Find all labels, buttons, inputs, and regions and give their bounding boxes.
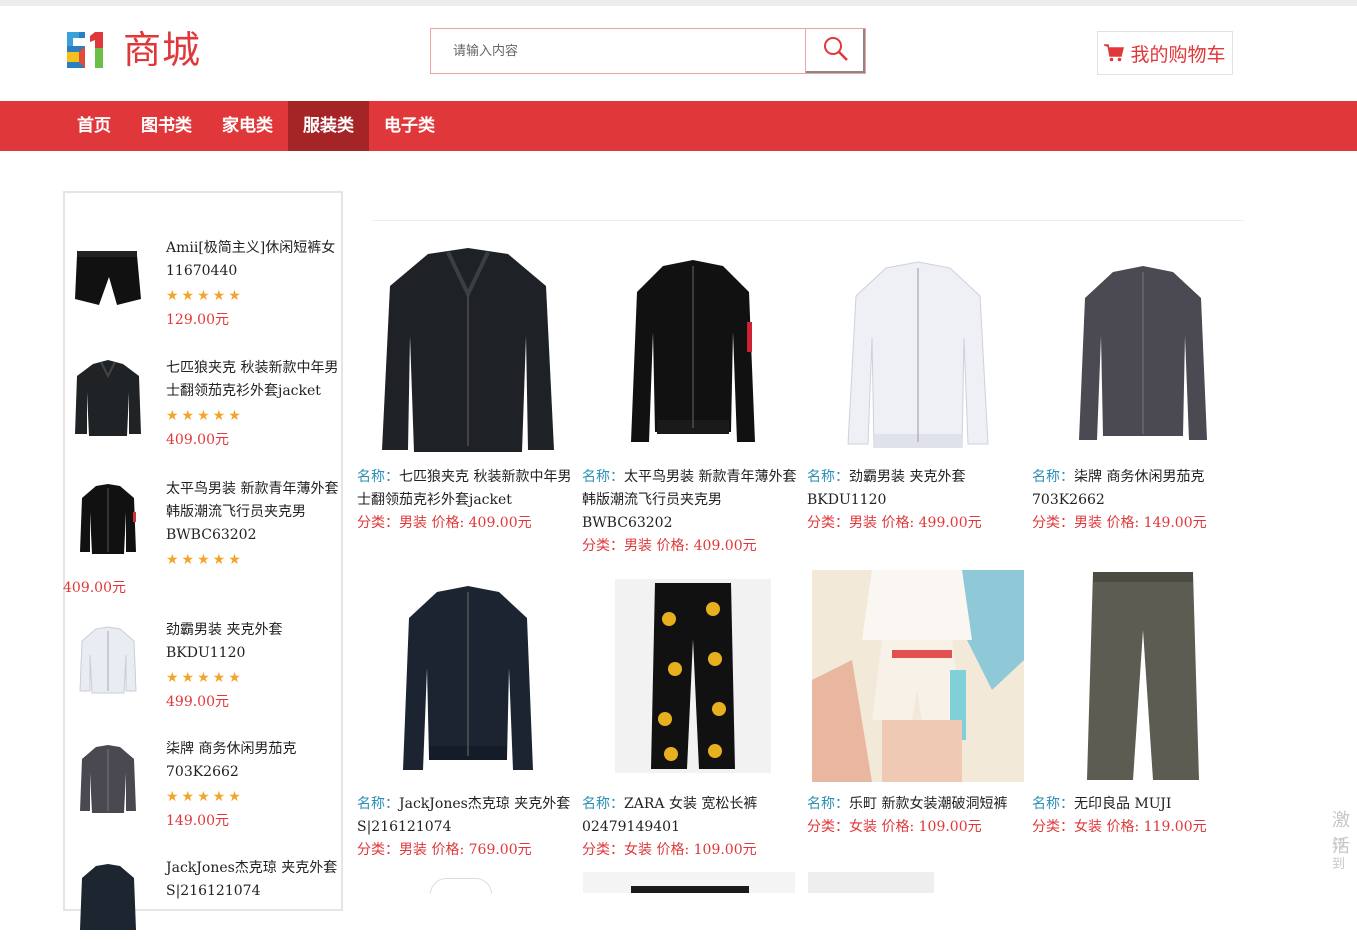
jacket-image[interactable] [69, 357, 147, 439]
product-image[interactable] [357, 569, 579, 783]
product-meta: 分类：女装 价格: 109.00元 [807, 819, 982, 835]
product-image[interactable] [583, 872, 795, 893]
product-image[interactable] [1032, 569, 1254, 783]
rating-stars: ★★★★★ [166, 789, 244, 805]
product-image[interactable] [357, 244, 579, 456]
main-nav: 首页 图书类 家电类 服装类 电子类 [0, 101, 1357, 151]
product-image[interactable] [808, 872, 934, 893]
product-card[interactable]: 名称：无印良品 MUJI 分类：女装 价格: 119.00元 [1032, 569, 1254, 839]
product-meta: 分类：男装 价格: 409.00元 [582, 538, 757, 554]
white-jacket-image[interactable] [69, 619, 147, 701]
product-name[interactable]: 名称：劲霸男装 夹克外套BKDU1120 [807, 466, 1029, 512]
shopping-cart-icon [1104, 44, 1125, 62]
search-icon [822, 35, 850, 67]
sidebar-item-price: 409.00元 [166, 432, 229, 448]
sidebar-item-title[interactable]: 七匹狼夹克 秋装新款中年男士翻领茄克衫外套jacket [166, 357, 342, 403]
product-card[interactable]: 名称：七匹狼夹克 秋装新款中年男士翻领茄克衫外套jacket 分类：男装 价格:… [357, 244, 579, 535]
nav-item-clothing[interactable]: 服装类 [288, 101, 369, 151]
product-meta: 分类：男装 价格: 769.00元 [357, 842, 532, 858]
sidebar-item-title[interactable]: 太平鸟男装 新款青年薄外套韩版潮流飞行员夹克男BWBC63202 [166, 478, 342, 547]
sidebar-item-title[interactable]: Amii[极简主义]休闲短裤女11670440 [166, 237, 342, 283]
activation-watermark-sub: 转到 [1332, 838, 1346, 872]
product-meta: 分类：女装 价格: 109.00元 [582, 842, 757, 858]
product-card[interactable]: 名称：柒牌 商务休闲男茄克703K2662 分类：男装 价格: 149.00元 [1032, 244, 1254, 535]
rating-stars: ★★★★★ [166, 552, 244, 568]
nav-item-electronics[interactable]: 电子类 [369, 101, 450, 151]
content-divider [372, 220, 1244, 221]
nav-item-home[interactable]: 首页 [62, 101, 126, 151]
product-name[interactable]: 名称：乐町 新款女装潮破洞短裤 [807, 793, 1029, 816]
product-card[interactable]: 名称：太平鸟男装 新款青年薄外套韩版潮流飞行员夹克男BWBC63202 分类：男… [582, 244, 804, 558]
nav-item-appliances[interactable]: 家电类 [207, 101, 288, 151]
search-input[interactable] [431, 29, 805, 73]
product-image[interactable] [807, 244, 1029, 456]
nav-item-books[interactable]: 图书类 [126, 101, 207, 151]
bomber-jacket-image[interactable] [69, 478, 147, 560]
cart-button[interactable]: 我的购物车 [1097, 31, 1233, 75]
sidebar-item-price: 499.00元 [166, 694, 229, 710]
product-name[interactable]: 名称：柒牌 商务休闲男茄克703K2662 [1032, 466, 1254, 512]
shorts-image[interactable] [69, 237, 147, 319]
sidebar-item-title[interactable]: 柒牌 商务休闲男茄克703K2662 [166, 738, 342, 784]
cart-label: 我的购物车 [1130, 43, 1226, 66]
product-image[interactable] [582, 569, 804, 783]
product-image[interactable] [430, 878, 492, 894]
plaid-jacket-image[interactable] [69, 738, 147, 820]
product-meta: 分类：男装 价格: 499.00元 [807, 515, 982, 531]
product-name[interactable]: 名称：无印良品 MUJI [1032, 793, 1254, 816]
rating-stars: ★★★★★ [166, 670, 244, 686]
product-card[interactable]: 名称：JackJones杰克琼 夹克外套S|216121074 分类：男装 价格… [357, 569, 579, 862]
site-logo[interactable]: 商城 [65, 28, 201, 72]
product-card[interactable]: 名称：乐町 新款女装潮破洞短裤 分类：女装 价格: 109.00元 [807, 569, 1029, 839]
product-name[interactable]: 名称：JackJones杰克琼 夹克外套S|216121074 [357, 793, 579, 839]
product-card[interactable]: 名称：ZARA 女装 宽松长裤02479149401 分类：女装 价格: 109… [582, 569, 804, 862]
product-meta: 分类：女装 价格: 119.00元 [1032, 819, 1207, 835]
product-image[interactable] [582, 244, 804, 456]
product-image[interactable] [807, 569, 1029, 783]
product-name[interactable]: 名称：七匹狼夹克 秋装新款中年男士翻领茄克衫外套jacket [357, 466, 579, 512]
logo-51-icon [65, 28, 113, 72]
logo-text: 商城 [123, 28, 202, 72]
search-box [430, 28, 866, 74]
product-name[interactable]: 名称：ZARA 女装 宽松长裤02479149401 [582, 793, 804, 839]
search-button[interactable] [805, 29, 865, 73]
product-card[interactable]: 名称：劲霸男装 夹克外套BKDU1120 分类：男装 价格: 499.00元 [807, 244, 1029, 535]
product-meta: 分类：男装 价格: 149.00元 [1032, 515, 1207, 531]
sidebar-item-title[interactable]: 劲霸男装 夹克外套BKDU1120 [166, 619, 342, 665]
product-name[interactable]: 名称：太平鸟男装 新款青年薄外套韩版潮流飞行员夹克男BWBC63202 [582, 466, 804, 535]
sidebar-item-price: 409.00元 [63, 580, 126, 596]
sidebar-item-price: 129.00元 [166, 312, 229, 328]
leather-jacket-image[interactable] [69, 857, 147, 939]
rating-stars: ★★★★★ [166, 288, 244, 304]
sidebar-item-title[interactable]: JackJones杰克琼 夹克外套S|216121074 [166, 857, 342, 903]
rating-stars: ★★★★★ [166, 408, 244, 424]
sidebar-item-price: 149.00元 [166, 813, 229, 829]
product-image[interactable] [1032, 244, 1254, 456]
sidebar-recommendations: Amii[极简主义]休闲短裤女11670440 ★★★★★ 129.00元 七匹… [63, 191, 343, 930]
top-strip [0, 0, 1357, 6]
product-meta: 分类：男装 价格: 409.00元 [357, 515, 532, 531]
